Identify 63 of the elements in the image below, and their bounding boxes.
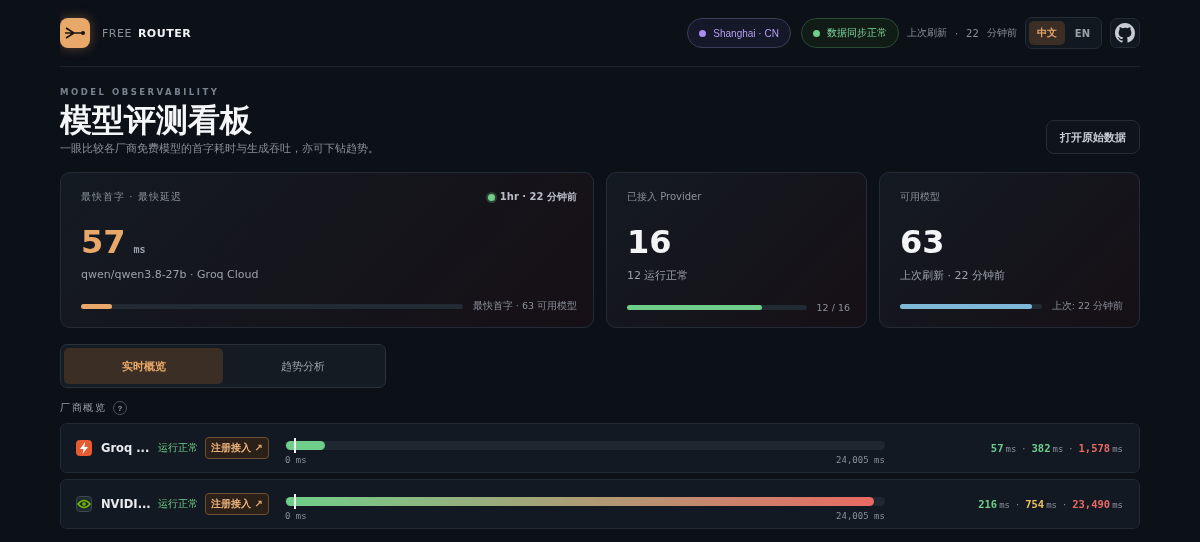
- brand-name: FREE: [102, 26, 132, 40]
- stat-label: 已接入 Provider: [627, 190, 702, 204]
- stat-footnote: 最快首字 · 63 可用模型: [472, 300, 577, 313]
- latency-unit: ms: [1052, 444, 1064, 454]
- router-logo-icon: [60, 18, 90, 48]
- provider-status: 运行正常: [158, 441, 199, 455]
- latency-value: 1,578: [1078, 442, 1111, 454]
- time-window-badge: 1hr · 22 分钟前: [487, 190, 577, 204]
- github-icon[interactable]: [1110, 18, 1140, 48]
- range-max-label: 24,005 ms: [836, 511, 885, 521]
- refresh-unit: 分钟前: [986, 26, 1017, 40]
- register-link-button[interactable]: 注册接入 ↗: [205, 437, 269, 459]
- latency-unit: ms: [1046, 500, 1058, 510]
- latency-value: 754: [1025, 498, 1045, 510]
- latency-unit: ms: [1005, 444, 1017, 454]
- range-min-label: 0 ms: [284, 455, 307, 465]
- section-eyebrow: MODEL OBSERVABILITY: [60, 87, 221, 97]
- latency-value: 216: [978, 498, 998, 510]
- refresh-label: 上次刷新: [906, 26, 947, 40]
- stat-footnote: 12 / 16: [816, 302, 850, 313]
- stat-unit: ms: [133, 244, 146, 255]
- view-tab[interactable]: 趋势分析: [223, 348, 382, 384]
- provider-name: NVIDI...: [101, 497, 151, 511]
- page-subtitle: 一眼比较各厂商免费模型的首字耗时与生成吞吐，亦可下钻趋势。: [60, 141, 379, 156]
- open-raw-data-button[interactable]: 打开原始数据: [1046, 120, 1140, 154]
- provider-status: 运行正常: [158, 497, 199, 511]
- separator-dot: ·: [1069, 443, 1073, 454]
- location-pill: Shanghai · CN: [687, 18, 791, 48]
- stat-subtext: 12 运行正常: [627, 268, 690, 283]
- stat-label: 最快首字 · 最快延迟: [81, 190, 182, 204]
- latency-value: 382: [1031, 442, 1051, 454]
- brand-name-bold: ROUTER: [137, 26, 192, 40]
- separator-dot: ·: [1063, 499, 1067, 510]
- stat-value: 16: [627, 222, 672, 262]
- section-title: 厂商概览: [60, 401, 106, 415]
- sync-status-pill: 数据同步正常: [800, 18, 899, 48]
- stat-subtext: 上次刷新 · 22 分钟前: [900, 268, 1006, 283]
- stat-value: 57: [81, 222, 126, 262]
- separator-dot: ·: [1022, 443, 1026, 454]
- range-max-label: 24,005 ms: [836, 455, 885, 465]
- latency-unit: ms: [1112, 500, 1123, 510]
- refresh-value: 22: [966, 27, 979, 39]
- latency-value: 23,490: [1072, 498, 1111, 510]
- view-tab[interactable]: 实时概览: [64, 348, 223, 384]
- page-title: 模型评测看板: [60, 101, 253, 139]
- stat-value: 63: [900, 222, 945, 262]
- latency-unit: ms: [999, 500, 1011, 510]
- lightning-icon: [76, 440, 92, 456]
- latency-unit: ms: [1112, 444, 1123, 454]
- median-marker: [293, 494, 296, 509]
- separator-dot: ·: [954, 27, 959, 39]
- median-marker: [293, 438, 296, 453]
- separator-dot: ·: [1016, 499, 1020, 510]
- stat-label: 可用模型: [900, 190, 940, 204]
- language-option[interactable]: EN: [1066, 21, 1098, 45]
- range-min-label: 0 ms: [284, 511, 307, 521]
- stat-subtext: qwen/qwen3.8-27b · Groq Cloud: [81, 268, 260, 281]
- register-link-button[interactable]: 注册接入 ↗: [205, 493, 269, 515]
- provider-name: Groq ...: [101, 441, 150, 455]
- stat-footnote: 上次: 22 分钟前: [1051, 300, 1123, 313]
- latency-value: 57: [990, 442, 1004, 454]
- language-option[interactable]: 中文: [1028, 21, 1065, 45]
- eye-logo-icon: [76, 496, 92, 512]
